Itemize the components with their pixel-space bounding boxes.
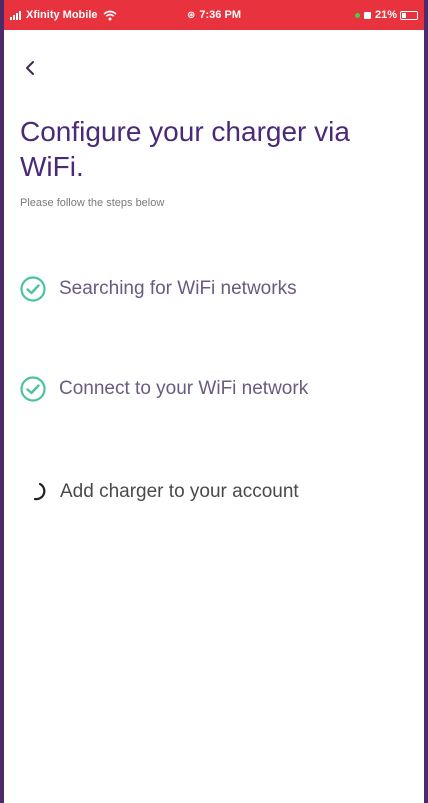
lock-icon	[363, 11, 371, 19]
step-connect-wifi: Connect to your WiFi network	[18, 374, 308, 404]
check-circle-icon	[18, 274, 48, 304]
step-label: Connect to your WiFi network	[59, 378, 309, 399]
page-title: Configure your charger via WiFi.	[20, 116, 350, 182]
check-circle-icon	[18, 374, 48, 404]
page-subtitle: Please follow the steps below	[20, 197, 165, 209]
chevron-left-icon	[26, 61, 34, 75]
battery-percent: 21%	[374, 9, 397, 21]
phone-screen: Xfinity Mobile ⊛ 7:36 PM 21% Configure yo…	[0, 0, 428, 803]
step-add-charger: Add charger to your account	[18, 477, 299, 507]
status-right: 21%	[354, 0, 418, 30]
spinner-icon	[26, 477, 50, 507]
step-searching-wifi: Searching for WiFi networks	[18, 274, 297, 304]
step-label: Searching for WiFi networks	[59, 278, 297, 299]
time-text: 7:36 PM	[199, 9, 241, 21]
step-label: Add charger to your account	[60, 481, 299, 502]
alarm-icon: ⊛	[187, 10, 196, 21]
back-button[interactable]	[16, 54, 44, 82]
battery-icon	[400, 10, 418, 20]
location-dot-icon	[354, 12, 360, 18]
status-bar: Xfinity Mobile ⊛ 7:36 PM 21%	[4, 0, 424, 30]
